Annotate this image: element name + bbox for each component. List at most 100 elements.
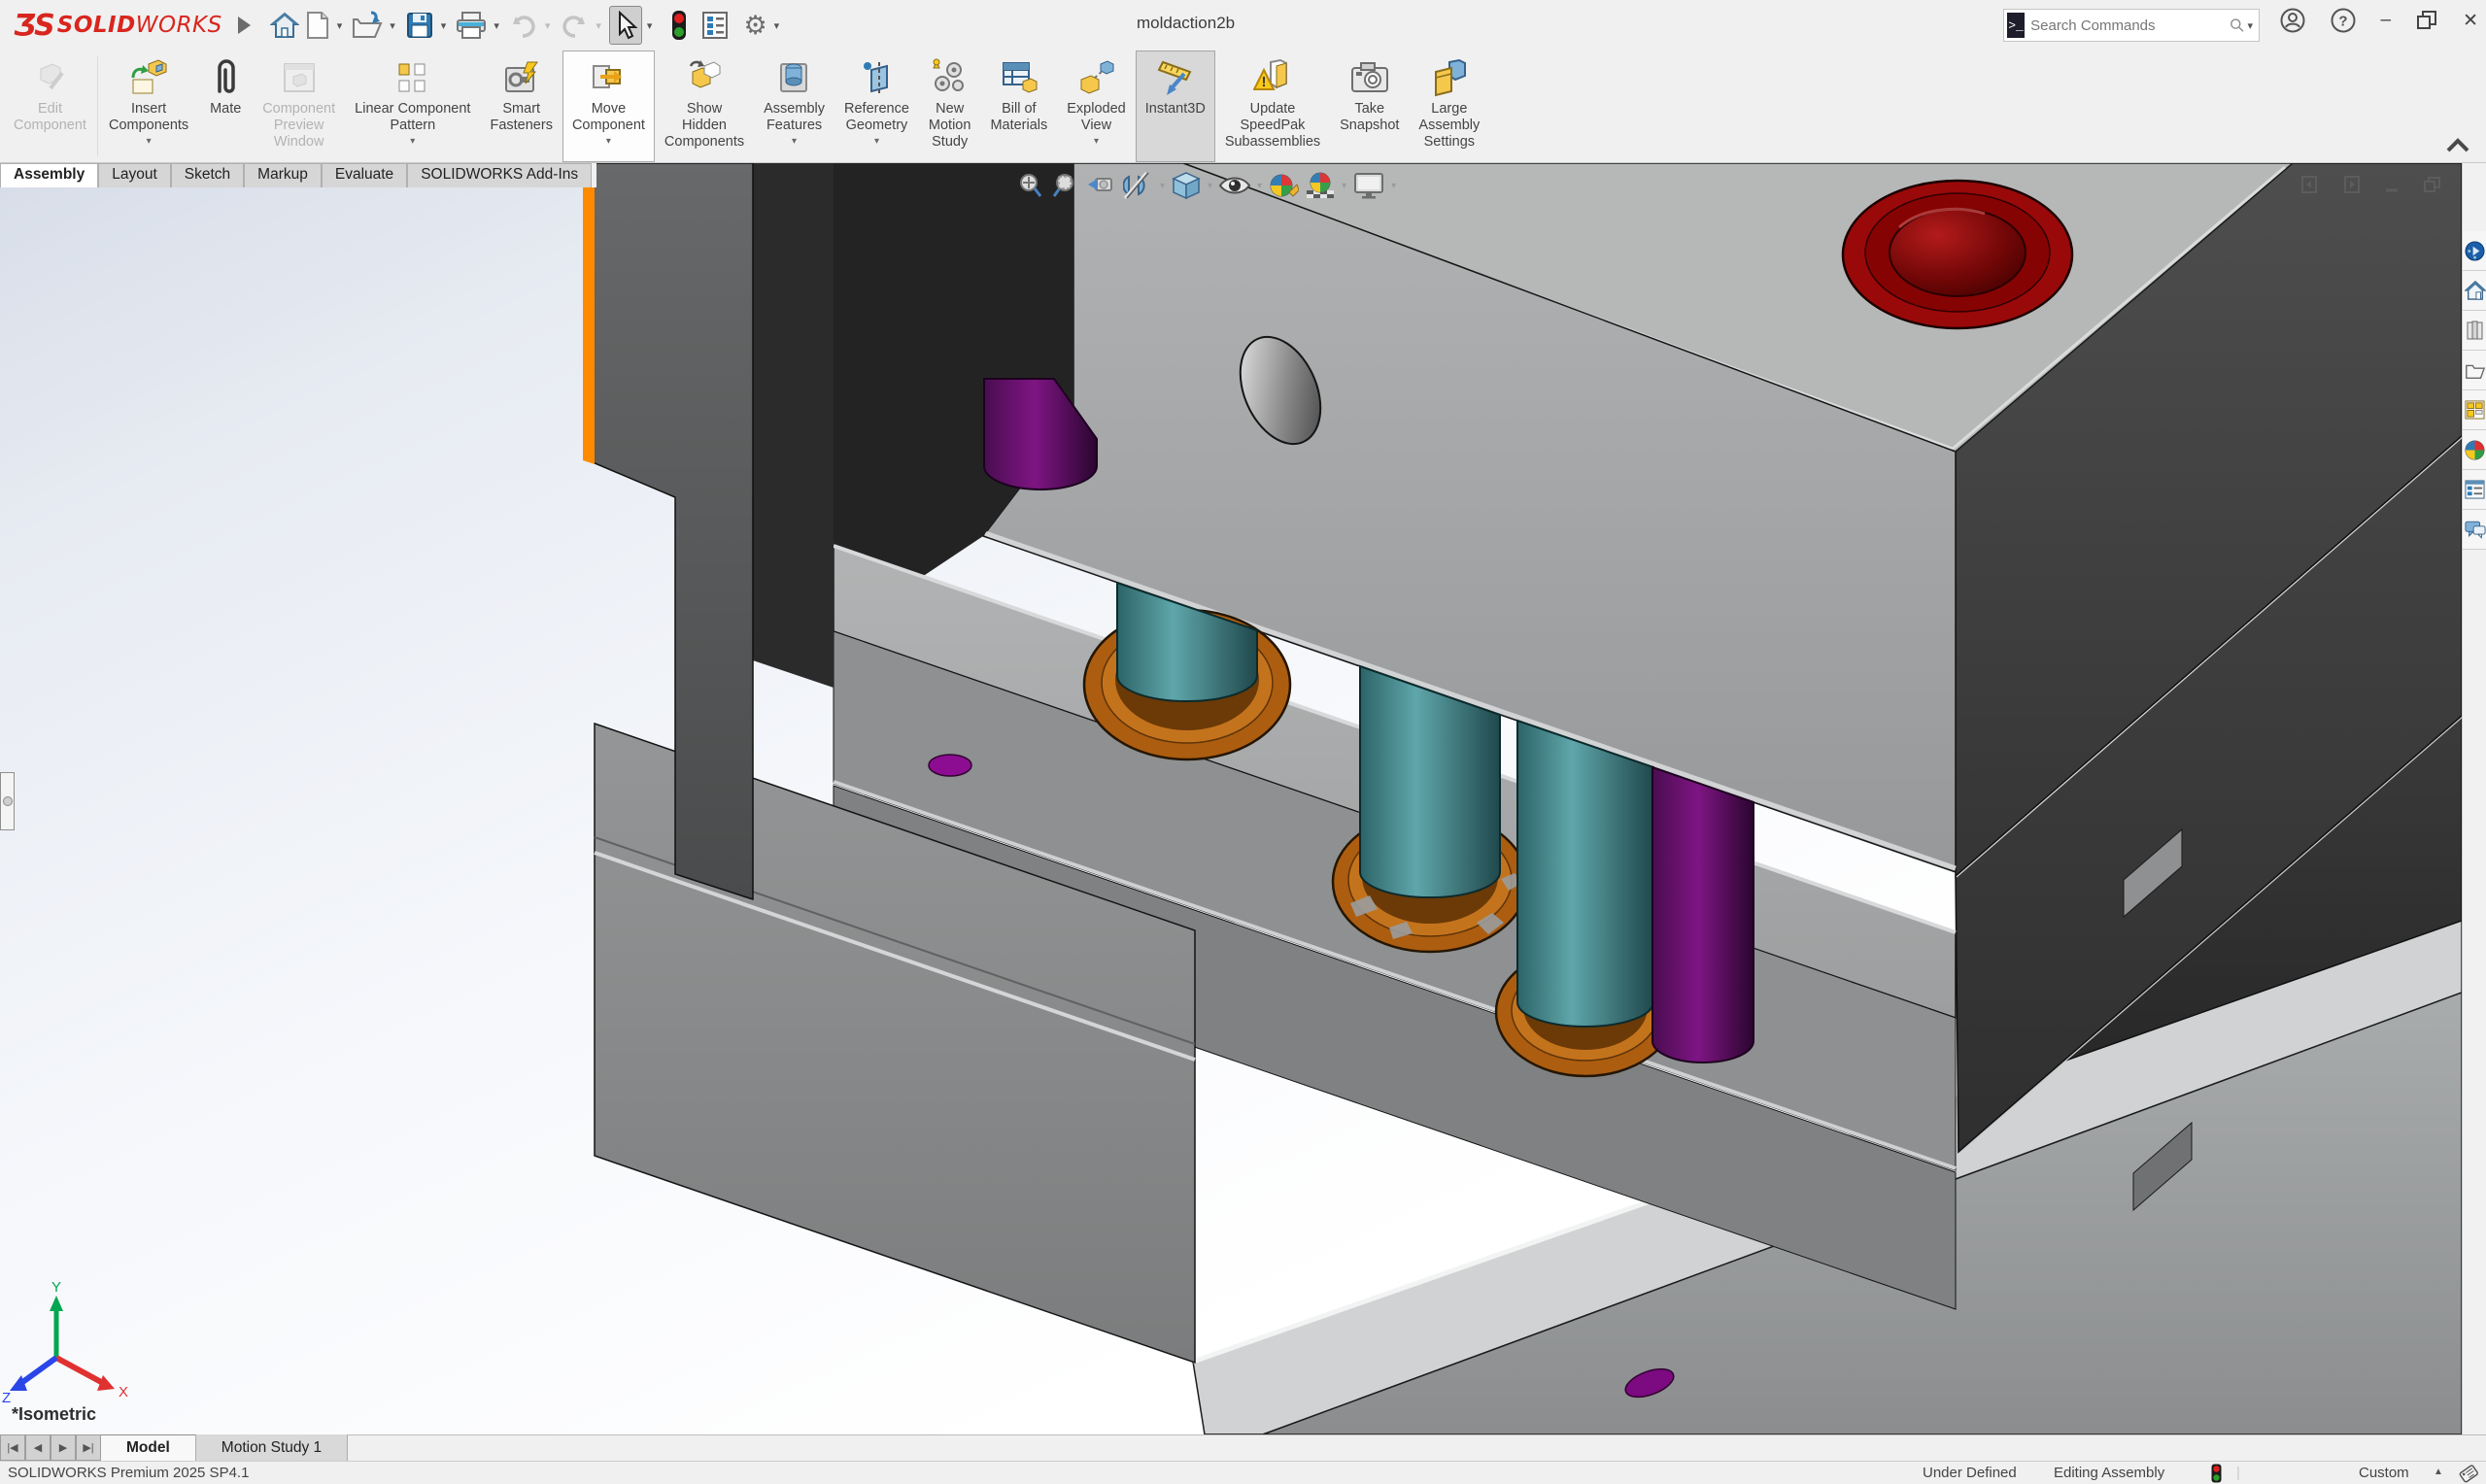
tab-solidworks-add-ins[interactable]: SOLIDWORKS Add-Ins [407,163,592,187]
previous-window-icon[interactable] [2300,175,2320,194]
first-tab-button[interactable]: |◀ [0,1434,25,1461]
ribbon-edit-component[interactable]: Edit Component [4,51,96,162]
hide-show-items-eye-icon[interactable] [1218,171,1251,200]
new-document-button[interactable] [303,7,332,44]
ribbon-collapse-chevron-icon[interactable] [2445,138,2470,153]
tab-assembly[interactable]: Assembly [0,163,98,187]
hide-show-items-dropdown[interactable]: ▾ [1257,181,1262,191]
tab-sketch[interactable]: Sketch [171,163,244,187]
feature-manager-collapsed-handle[interactable] [0,772,15,830]
tab-motion-study-1[interactable]: Motion Study 1 [196,1434,348,1461]
window-minimize-icon[interactable] [2382,175,2401,194]
dropdown-arrow-icon[interactable]: ▾ [874,136,879,147]
status-rebuild-traffic-light-icon[interactable] [2211,1464,2222,1483]
view-settings-icon[interactable] [1352,171,1385,200]
tab-markup[interactable]: Markup [244,163,322,187]
search-dropdown[interactable]: ▾ [2247,19,2253,32]
return-pin-tip[interactable] [929,755,971,776]
open-button[interactable] [350,7,385,44]
search-commands-box[interactable]: >_ ▾ [2003,9,2260,42]
next-tab-button[interactable]: ▶ [51,1434,76,1461]
guide-pin-teal[interactable] [1517,721,1653,1027]
dropdown-arrow-icon[interactable]: ▾ [410,136,415,147]
section-view-icon[interactable] [1123,171,1154,200]
options-button[interactable]: ⚙ [741,9,768,42]
section-view-dropdown[interactable]: ▾ [1160,181,1165,191]
ribbon-linear-component-pattern[interactable]: Linear Component Pattern ▾ [345,51,480,162]
undo-dropdown[interactable]: ▾ [545,19,551,32]
print-dropdown[interactable]: ▾ [494,19,499,32]
apply-scene-dropdown[interactable]: ▾ [1342,181,1346,191]
zoom-to-fit-icon[interactable] [1016,171,1045,200]
dropdown-arrow-icon[interactable]: ▾ [1094,136,1099,147]
ribbon-smart-fasteners[interactable]: Smart Fasteners [480,51,562,162]
dropdown-arrow-icon[interactable]: ▾ [147,136,152,147]
tab-layout[interactable]: Layout [98,163,171,187]
ribbon-assembly-features[interactable]: Assembly Features ▾ [754,51,834,162]
menu-expand-arrow-icon[interactable] [238,17,251,34]
mold-assembly-model[interactable]: Y X Z [0,163,2462,1434]
ribbon-mate[interactable]: Mate [198,51,253,162]
file-properties-button[interactable] [698,7,732,44]
search-icon[interactable] [2230,15,2244,36]
redo-dropdown[interactable]: ▾ [596,19,601,32]
quick-tips-tag-icon[interactable] [2458,1463,2479,1484]
design-library-button[interactable] [2463,311,2486,351]
rebuild-button[interactable] [669,6,689,45]
redo-button[interactable] [558,7,591,44]
ribbon-show-hidden-components[interactable]: Show Hidden Components [655,51,754,162]
dropdown-arrow-icon[interactable]: ▾ [792,136,797,147]
custom-properties-button[interactable] [2463,470,2486,510]
ribbon-instant3d[interactable]: Instant3D [1136,51,1215,162]
print-button[interactable] [454,7,489,44]
options-dropdown[interactable]: ▾ [774,19,780,32]
apply-scene-icon[interactable] [1305,171,1336,200]
dropdown-arrow-icon[interactable]: ▾ [606,136,611,147]
select-tool-button[interactable] [609,6,642,45]
restore-button[interactable] [2416,10,2437,31]
locating-ring-red[interactable] [1843,181,2072,328]
zoom-to-area-icon[interactable] [1051,171,1080,200]
ribbon-exploded-view[interactable]: Exploded View ▾ [1057,51,1135,162]
edit-appearance-icon[interactable] [1268,171,1299,200]
configuration-dropdown-icon[interactable]: ▲ [2434,1467,2443,1477]
last-tab-button[interactable]: ▶| [76,1434,101,1461]
ribbon-new-motion-study[interactable]: New Motion Study [919,51,981,162]
ribbon-component-preview-window[interactable]: Component Preview Window [253,51,345,162]
save-dropdown[interactable]: ▾ [441,19,447,32]
tab-evaluate[interactable]: Evaluate [322,163,407,187]
view-settings-dropdown[interactable]: ▾ [1391,181,1396,191]
undo-button[interactable] [507,7,540,44]
solidworks-forum-button[interactable] [2463,510,2486,550]
ribbon-update-speedpak[interactable]: ! Update SpeedPak Subassemblies [1215,51,1330,162]
ribbon-take-snapshot[interactable]: Take Snapshot [1330,51,1409,162]
threedexperience-button[interactable] [2463,231,2486,271]
window-restore-icon[interactable] [2423,175,2442,194]
view-orientation-cube-icon[interactable] [1171,171,1202,200]
return-pin-purple[interactable] [1652,767,1754,1062]
previous-tab-button[interactable]: ◀ [25,1434,51,1461]
view-palette-button[interactable] [2463,390,2486,430]
ribbon-bill-of-materials[interactable]: Bill of Materials [980,51,1057,162]
ribbon-insert-components[interactable]: Insert Components ▾ [99,51,198,162]
open-dropdown[interactable]: ▾ [390,19,395,32]
new-document-dropdown[interactable]: ▾ [337,19,343,32]
minimize-button[interactable]: – [2381,10,2392,31]
help-icon[interactable]: ? [2331,8,2356,33]
view-orientation-dropdown[interactable]: ▾ [1208,181,1212,191]
close-button[interactable]: ✕ [2463,10,2478,32]
next-window-icon[interactable] [2341,175,2361,194]
file-explorer-button[interactable] [2463,351,2486,390]
search-input[interactable] [2025,17,2230,34]
ribbon-reference-geometry[interactable]: Reference Geometry ▾ [834,51,919,162]
previous-view-icon[interactable] [1086,171,1117,200]
graphics-viewport[interactable]: Y X Z ▾ ▾ ▾ ▾ ▾ [0,163,2462,1434]
tab-model[interactable]: Model [101,1434,196,1461]
home-button[interactable] [268,7,301,44]
select-dropdown[interactable]: ▾ [647,19,653,32]
ribbon-move-component[interactable]: Move Component ▾ [562,51,655,162]
solidworks-resources-button[interactable] [2463,271,2486,311]
save-button[interactable] [403,7,436,44]
ribbon-large-assembly-settings[interactable]: Large Assembly Settings [1409,51,1489,162]
user-account-icon[interactable] [2280,8,2305,33]
